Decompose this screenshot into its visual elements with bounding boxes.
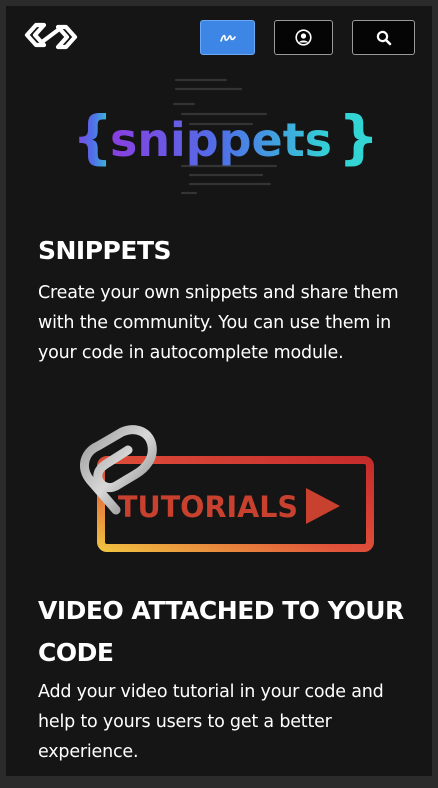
tutorials-graphic: TUTORIALS [79, 425, 374, 552]
app-frame: { snippets } SNIPPETS Create your own sn… [0, 0, 438, 788]
signature-icon [219, 34, 236, 42]
snippets-section-title: SNIPPETS [38, 236, 172, 265]
signature-button[interactable] [200, 20, 255, 55]
user-circle-icon [295, 29, 312, 46]
tutorials-label: TUTORIALS [118, 490, 298, 524]
video-section-text: Add your video tutorial in your code and… [38, 682, 384, 762]
search-icon [376, 30, 391, 45]
user-button[interactable] [274, 20, 333, 55]
hero-close-brace: } [338, 103, 376, 171]
play-icon [306, 488, 340, 524]
hero-word: snippets [110, 113, 332, 167]
main-panel: { snippets } SNIPPETS Create your own sn… [6, 6, 432, 776]
hero-open-brace: { [72, 103, 113, 171]
search-button[interactable] [352, 20, 415, 55]
link-logo-icon[interactable] [24, 18, 78, 54]
video-section-title: VIDEO ATTACHED TO YOUR CODE [38, 596, 404, 667]
snippets-hero: { snippets } [72, 78, 376, 195]
snippets-section-text: Create your own snippets and share them … [38, 283, 399, 363]
